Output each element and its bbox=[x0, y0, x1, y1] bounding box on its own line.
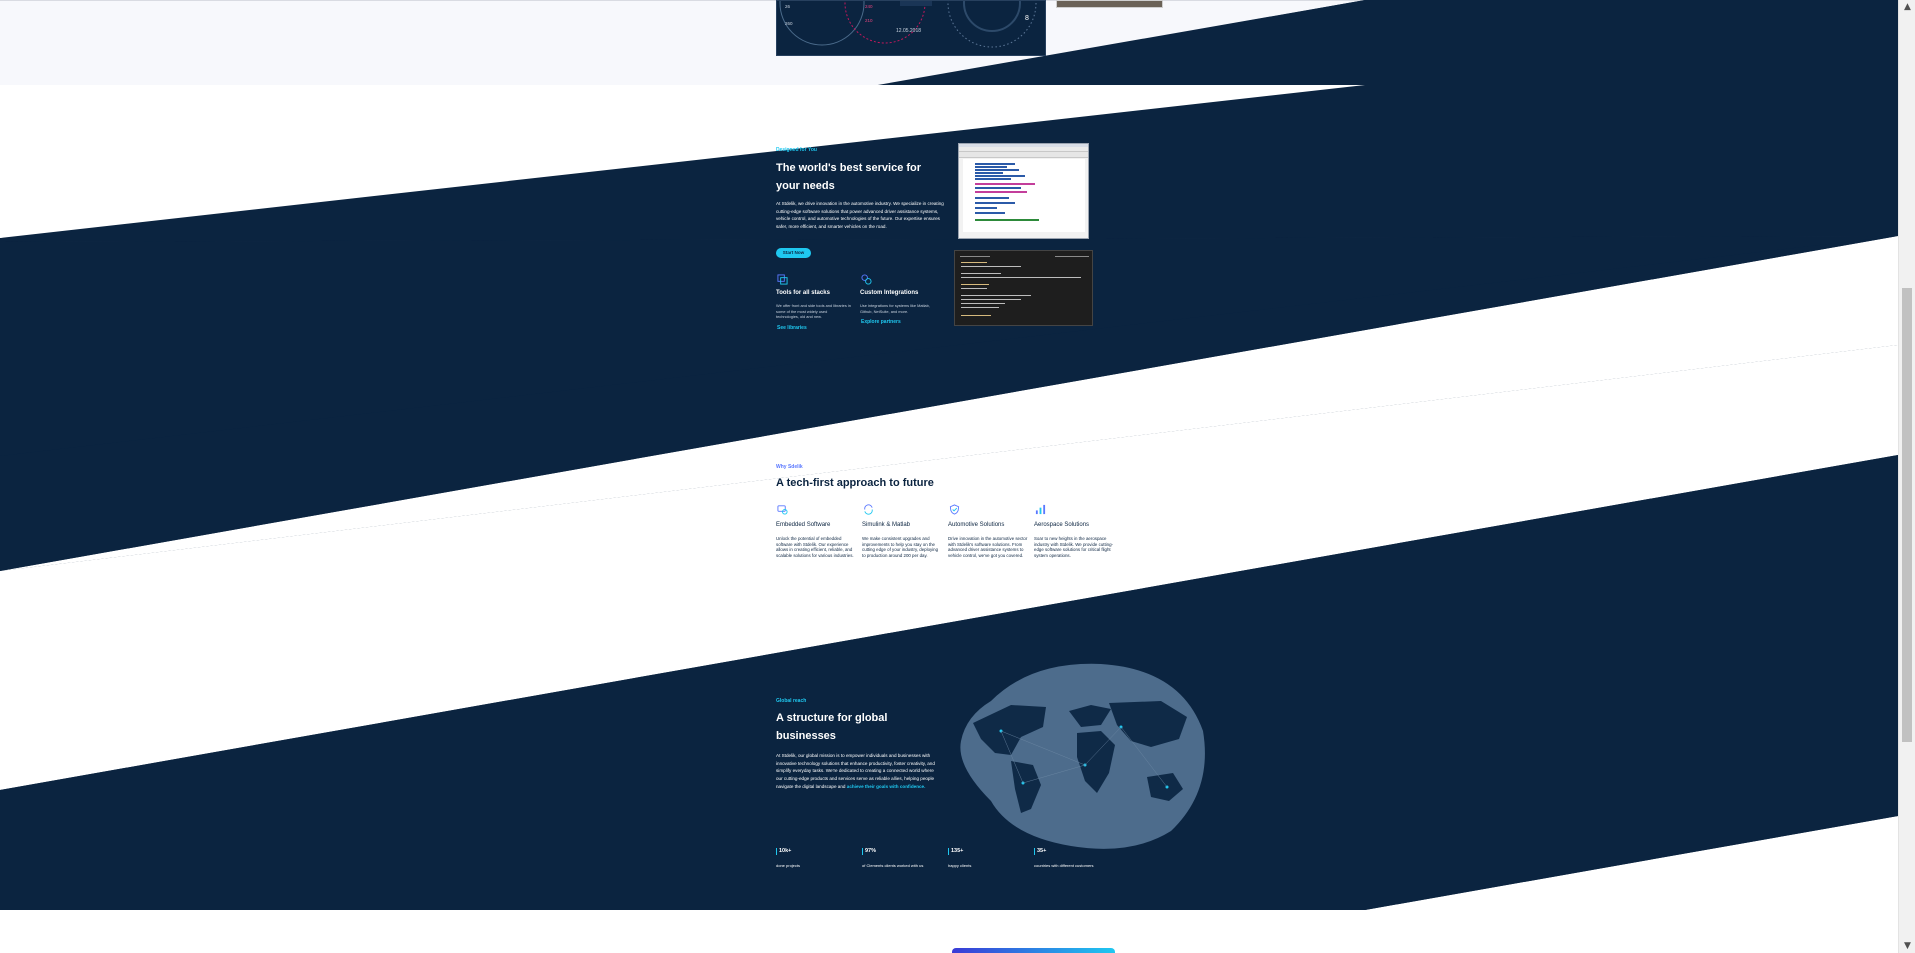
feature-title: Custom Integrations bbox=[860, 290, 919, 296]
scroll-up-icon[interactable]: ▲ bbox=[1899, 0, 1915, 14]
page-scrollbar[interactable]: ▲ ▼ bbox=[1898, 0, 1915, 953]
stat-label: of Clements clients worked with us bbox=[862, 863, 924, 868]
world-map-image bbox=[960, 663, 1205, 849]
see-libraries-link[interactable]: See libraries bbox=[777, 325, 807, 331]
global-title: A structure for global businesses bbox=[776, 709, 956, 745]
feature-text: We offer front and side tools and librar… bbox=[776, 303, 851, 320]
start-now-button[interactable]: Start Now bbox=[776, 248, 811, 258]
tech-item-text: Drive innovation in the automotive secto… bbox=[948, 536, 1028, 558]
service-eyebrow: Designed for You bbox=[776, 147, 817, 153]
terminal-screenshot bbox=[954, 250, 1093, 326]
tech-eyebrow: Why Sdelik bbox=[776, 464, 803, 470]
page-viewport: 26 240 210 260 12.05.2018 8 Designed for… bbox=[0, 0, 1898, 953]
stat-value: 135+ bbox=[948, 848, 963, 855]
stack-icon bbox=[777, 274, 788, 285]
stat-label: done projects bbox=[776, 863, 801, 868]
dashboard-image: 26 240 210 260 12.05.2018 8 bbox=[776, 0, 1046, 56]
explore-partners-link[interactable]: Explore partners bbox=[861, 319, 901, 325]
dashboard-date: 12.05.2018 bbox=[896, 28, 922, 34]
embedded-icon bbox=[777, 505, 788, 515]
tech-item-title: Simulink & Matlab bbox=[862, 522, 911, 528]
tech-item-title: Automotive Solutions bbox=[948, 522, 1005, 528]
stat-label: countries with different customers bbox=[1034, 863, 1094, 868]
gauge-number: 240 bbox=[865, 4, 873, 9]
gauge-number: 210 bbox=[865, 18, 873, 23]
global-title-line: A structure for global bbox=[776, 712, 888, 724]
scrollbar-thumb[interactable] bbox=[1902, 288, 1912, 742]
tech-title: A tech-first approach to future bbox=[776, 477, 934, 489]
gauge-number: 26 bbox=[785, 4, 791, 9]
tech-item-text: Unlock the potential of embedded softwar… bbox=[776, 536, 854, 558]
global-eyebrow: Global reach bbox=[776, 698, 807, 704]
shield-check-icon bbox=[949, 504, 960, 515]
tech-item-text: We make consistent upgrades and improvem… bbox=[862, 536, 939, 558]
service-paragraph: At Stdelik, we drive innovation in the a… bbox=[776, 201, 944, 230]
stat-label: happy clients bbox=[948, 863, 972, 868]
ide-screenshot bbox=[958, 143, 1089, 239]
tech-item-title: Aerospace Solutions bbox=[1034, 522, 1090, 528]
tech-item-title: Embedded Software bbox=[776, 522, 831, 528]
feature-title: Tools for all stacks bbox=[776, 290, 830, 296]
gauge-number: 260 bbox=[785, 21, 793, 26]
stat-value: 35+ bbox=[1034, 848, 1046, 855]
service-title-line: your needs bbox=[776, 180, 835, 192]
bar-chart-icon bbox=[1035, 504, 1046, 515]
feature-text: Use integrations for systems like Matlab… bbox=[860, 303, 930, 314]
scroll-down-icon[interactable]: ▼ bbox=[1899, 939, 1915, 953]
global-title-line: businesses bbox=[776, 730, 836, 742]
service-title: The world's best service for your needs bbox=[776, 159, 976, 195]
next-section-banner bbox=[952, 948, 1115, 953]
global-highlight-link[interactable]: achieve their goals with confidence. bbox=[847, 784, 926, 789]
sync-icon bbox=[864, 504, 873, 515]
stat-value: 10k+ bbox=[776, 848, 791, 855]
tech-item-text: Soar to new heights in the aerospace ind… bbox=[1034, 536, 1113, 558]
gauge-number: 8 bbox=[1025, 15, 1029, 22]
global-paragraph: At Stdelik, our global mission is to emp… bbox=[776, 752, 936, 791]
integration-icon bbox=[861, 274, 872, 285]
diagonal-background bbox=[0, 0, 1898, 910]
hero-thumbnail-image bbox=[1056, 0, 1163, 8]
service-title-line: The world's best service for bbox=[776, 162, 922, 174]
stat-value: 97% bbox=[862, 848, 876, 855]
